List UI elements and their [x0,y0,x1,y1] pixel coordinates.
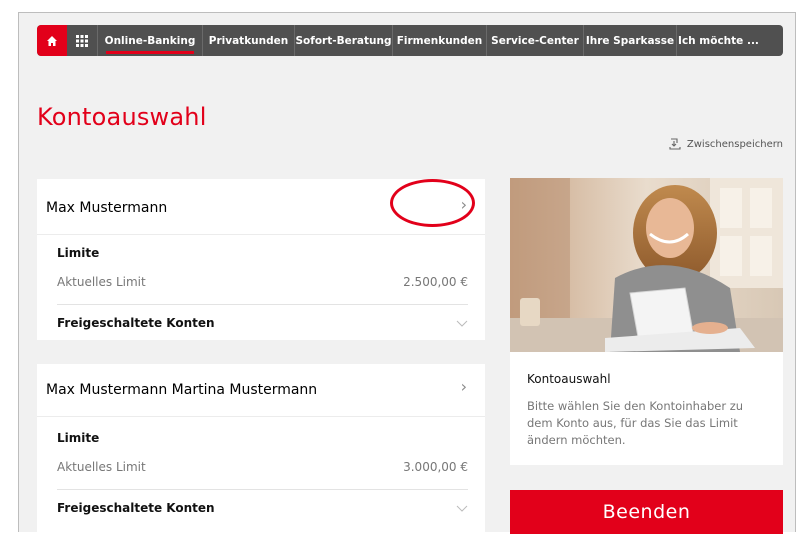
unlocked-accounts-label[interactable]: Freigeschaltete Konten [57,316,215,330]
highlight-ring-annotation [390,179,475,227]
grid-icon [76,34,88,47]
nav-firmenkunden[interactable]: Firmenkunden [393,25,487,56]
info-panel: Kontoauswahl Bitte wählen Sie den Kontoi… [510,352,783,465]
home-icon [47,35,57,46]
main-navigation: Online-Banking Privatkunden Sofort-Berat… [37,25,783,56]
unlocked-accounts-label[interactable]: Freigeschaltete Konten [57,501,215,515]
current-limit-label: Aktuelles Limit [57,275,146,289]
nav-service-center[interactable]: Service-Center [487,25,584,56]
finish-button[interactable]: Beenden [510,490,783,534]
nav-online-banking[interactable]: Online-Banking [98,25,203,56]
current-limit-label: Aktuelles Limit [57,460,146,474]
account-holder-name[interactable]: Max Mustermann [46,200,167,216]
chevron-right-icon[interactable]: › [461,377,467,396]
account-card: Max Mustermann Martina Mustermann › Limi… [37,364,485,534]
page-title: Kontoauswahl [37,103,207,131]
photo-illustration [510,178,783,352]
current-limit-value: 3.000,00 € [403,460,468,474]
divider [57,489,468,490]
woman-with-laptop-photo [510,178,783,352]
chevron-down-icon[interactable] [456,505,468,513]
account-holder-name[interactable]: Max Mustermann Martina Mustermann [46,382,317,398]
divider [37,234,485,235]
nav-ihre-sparkasse[interactable]: Ihre Sparkasse [584,25,677,56]
nav-sofort-beratung[interactable]: Sofort-Beratung [295,25,393,56]
home-button[interactable] [37,25,67,56]
save-draft-button[interactable]: Zwischenspeichern [669,138,783,150]
chevron-down-icon[interactable] [456,320,468,328]
limit-heading: Limite [57,431,100,445]
divider [37,416,485,417]
limit-heading: Limite [57,246,100,260]
current-limit-value: 2.500,00 € [403,275,468,289]
nav-ich-moechte[interactable]: Ich möchte ... [677,25,760,56]
save-draft-label: Zwischenspeichern [686,138,783,150]
nav-privatkunden[interactable]: Privatkunden [203,25,295,56]
divider [57,304,468,305]
info-text: Bitte wählen Sie den Kontoinhaber zu dem… [527,399,744,447]
apps-grid-button[interactable] [67,25,98,56]
info-heading: Kontoauswahl [527,372,611,386]
save-icon [669,138,681,150]
